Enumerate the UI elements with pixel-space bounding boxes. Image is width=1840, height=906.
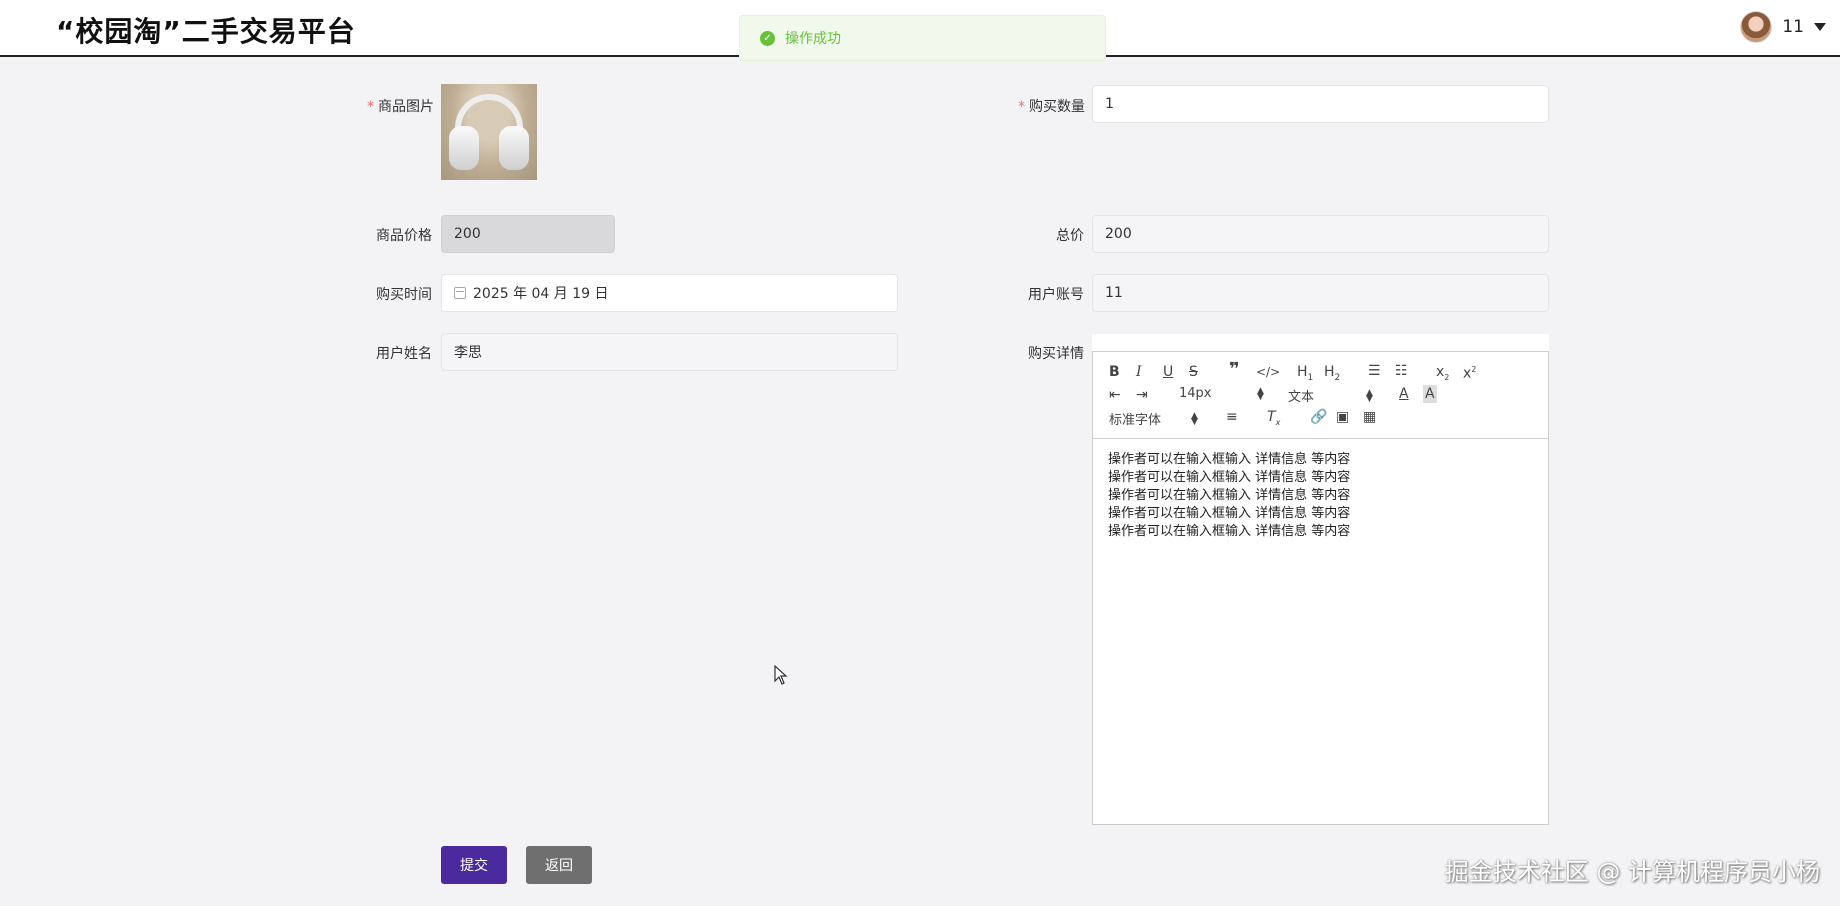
indent-icon[interactable]: ⇥ — [1136, 386, 1148, 404]
code-block-icon[interactable]: </> — [1256, 363, 1280, 381]
quantity-input[interactable]: 1 — [1092, 85, 1549, 123]
back-button[interactable]: 返回 — [526, 846, 592, 884]
font-family-select[interactable]: 标准字体 ▲ ▼ — [1109, 409, 1198, 428]
image-icon[interactable]: ▣ — [1336, 408, 1349, 426]
editor-line: 操作者可以在输入框输入 详情信息 等内容 — [1108, 488, 1351, 503]
blockquote-icon[interactable]: ❞ — [1229, 361, 1240, 379]
calendar-icon — [454, 287, 466, 299]
strike-icon[interactable]: S — [1189, 363, 1198, 381]
purchase-date-picker[interactable]: 2025 年 04 月 19 日 — [441, 274, 898, 312]
editor-line: 操作者可以在输入框输入 详情信息 等内容 — [1108, 506, 1351, 521]
editor-line: 操作者可以在输入框输入 详情信息 等内容 — [1108, 452, 1351, 467]
account-input[interactable]: 11 — [1092, 274, 1549, 312]
underline-icon[interactable]: U — [1163, 363, 1173, 381]
purchase-date-value: 2025 年 04 月 19 日 — [473, 286, 609, 302]
bold-icon[interactable]: B — [1109, 363, 1120, 381]
header2-icon[interactable]: H2 — [1324, 363, 1340, 387]
editor-top-strip — [1092, 334, 1549, 351]
name-label: 用户姓名 — [376, 346, 432, 362]
font-size-select[interactable]: 14px ▲ ▼ — [1179, 386, 1264, 401]
background-color-icon[interactable]: A — [1423, 385, 1437, 403]
clear-format-icon[interactable]: Tx — [1267, 408, 1280, 432]
font-color-icon[interactable]: A — [1399, 385, 1409, 403]
watermark: 掘金技术社区 @ 计算机程序员小杨 — [1444, 858, 1820, 886]
user-avatar[interactable] — [1740, 11, 1773, 43]
ordered-list-icon[interactable]: ☰ — [1368, 362, 1381, 380]
superscript-icon[interactable]: x2 — [1463, 361, 1476, 383]
italic-icon[interactable]: I — [1136, 363, 1142, 381]
price-input[interactable]: 200 — [441, 215, 615, 253]
editor-toolbar: B I U S ❞ </> H1 H2 ☰ ☷ x2 x2 ⇤ ⇥ 14px ▲… — [1093, 352, 1548, 439]
toast-message: 操作成功 — [785, 31, 841, 47]
user-menu[interactable]: 11 — [1740, 10, 1826, 44]
detail-label: 购买详情 — [1028, 346, 1084, 362]
total-input[interactable]: 200 — [1092, 215, 1549, 253]
quantity-label: * 购买数量 — [1018, 99, 1085, 115]
price-label: 商品价格 — [376, 228, 432, 244]
subscript-icon[interactable]: x2 — [1436, 363, 1449, 387]
bullet-list-icon[interactable]: ☷ — [1395, 362, 1408, 380]
product-image[interactable] — [441, 84, 537, 180]
editor-content[interactable]: 操作者可以在输入框输入 详情信息 等内容 操作者可以在输入框输入 详情信息 等内… — [1093, 439, 1548, 553]
select-arrow-icon: ▲ ▼ — [1366, 387, 1373, 404]
align-icon[interactable]: ≡ — [1226, 408, 1238, 426]
header-type-select[interactable]: 文本 ▲ ▼ — [1288, 386, 1373, 405]
check-circle-icon: ✓ — [760, 30, 775, 46]
outdent-icon[interactable]: ⇤ — [1109, 386, 1121, 404]
select-arrow-icon: ▲ ▼ — [1191, 410, 1198, 427]
account-label: 用户账号 — [1028, 287, 1084, 303]
header1-icon[interactable]: H1 — [1297, 363, 1313, 387]
total-label: 总价 — [1056, 228, 1084, 244]
video-icon[interactable]: ▦ — [1363, 408, 1376, 426]
success-toast: ✓ 操作成功 — [739, 15, 1106, 61]
detail-editor[interactable]: B I U S ❞ </> H1 H2 ☰ ☷ x2 x2 ⇤ ⇥ 14px ▲… — [1092, 351, 1549, 825]
link-icon[interactable]: 🔗 — [1310, 408, 1327, 426]
name-input[interactable]: 李思 — [441, 333, 898, 371]
select-arrow-icon: ▲ ▼ — [1257, 385, 1264, 402]
submit-button[interactable]: 提交 — [441, 846, 507, 884]
editor-line: 操作者可以在输入框输入 详情信息 等内容 — [1108, 524, 1351, 539]
site-title: “校园淘”二手交易平台 — [56, 15, 356, 48]
caret-down-icon[interactable] — [1814, 23, 1826, 31]
user-name[interactable]: 11 — [1782, 17, 1804, 37]
image-label: * 商品图片 — [367, 99, 434, 115]
editor-line: 操作者可以在输入框输入 详情信息 等内容 — [1108, 470, 1351, 485]
time-label: 购买时间 — [376, 287, 432, 303]
